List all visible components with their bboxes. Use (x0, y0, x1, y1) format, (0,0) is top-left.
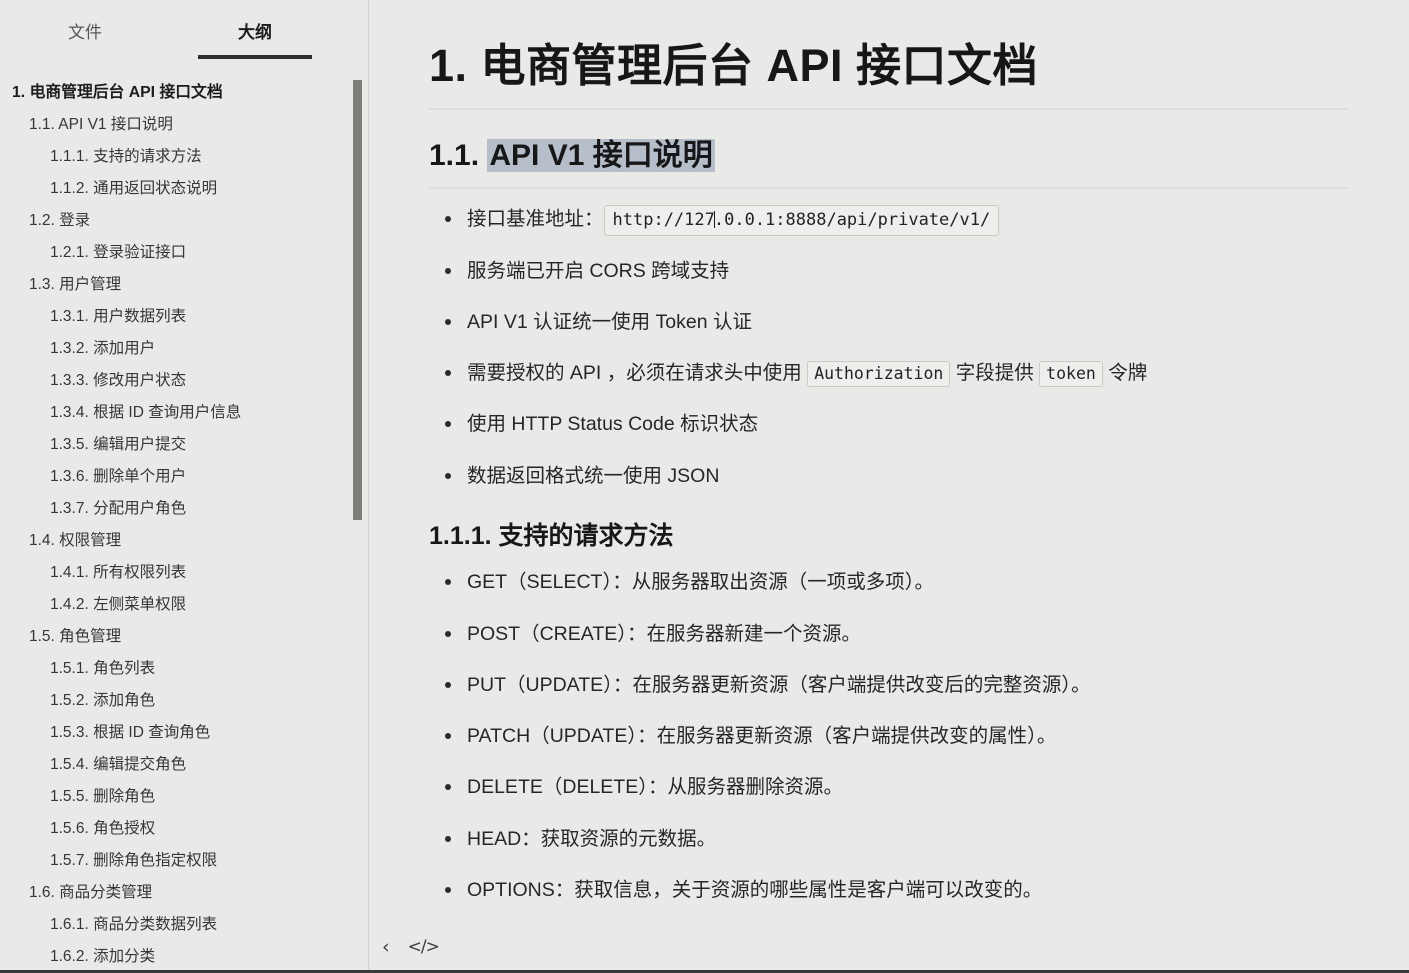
outline-item[interactable]: 1.3. 用户管理 (0, 269, 368, 301)
section-heading-number: 1.1. (429, 139, 488, 173)
base-url-code-post: .0.0.1:8888/api/private/v1/ (713, 210, 991, 231)
list-item-cors: 服务端已开启 CORS 跨域支持 (445, 257, 1349, 285)
base-url-code[interactable]: http://127.0.0.1:8888/api/private/v1/ (603, 205, 1000, 237)
outline-item[interactable]: 1.1.2. 通用返回状态说明 (0, 173, 368, 205)
tab-files[interactable]: 文件 (0, 18, 170, 53)
outline-list: 1. 电商管理后台 API 接口文档 1.1. API V1 接口说明 1.1.1.… (0, 55, 368, 970)
http-method-item: POST（CREATE）：在服务器新建一个资源。 (445, 620, 1349, 648)
list-item-token-auth: API V1 认证统一使用 Token 认证 (445, 308, 1349, 336)
auth-text-mid: 字段提供 (950, 362, 1040, 385)
outline-item[interactable]: 1. 电商管理后台 API 接口文档 (0, 77, 368, 109)
outline-item[interactable]: 1.6.2. 添加分类 (0, 941, 368, 970)
tab-outline[interactable]: 大纲 (170, 18, 340, 59)
auth-text-pre: 需要授权的 API ，必须在请求头中使用 (467, 362, 808, 385)
document-title: 1. 电商管理后台 API 接口文档 (429, 38, 1349, 111)
outline-item[interactable]: 1.6.1. 商品分类数据列表 (0, 909, 368, 941)
sidebar-tabbar: 文件 大纲 (0, 0, 368, 59)
list-item-json-format: 数据返回格式统一使用 JSON (445, 462, 1349, 490)
outline-item[interactable]: 1.2.1. 登录验证接口 (0, 237, 368, 269)
outline-item[interactable]: 1.5.5. 删除角色 (0, 781, 368, 813)
outline-item[interactable]: 1.1.1. 支持的请求方法 (0, 141, 368, 173)
tab-files-label: 文件 (68, 23, 102, 42)
outline-item[interactable]: 1.5.7. 删除角色指定权限 (0, 845, 368, 877)
http-method-item: OPTIONS：获取信息，关于资源的哪些属性是客户端可以改变的。 (445, 876, 1349, 904)
outline-item[interactable]: 1.5.1. 角色列表 (0, 653, 368, 685)
base-url-label: 接口基准地址： (467, 208, 604, 231)
http-method-item: HEAD：获取资源的元数据。 (445, 825, 1349, 853)
sidebar-scrollbar-thumb[interactable] (353, 80, 362, 520)
sidebar: 文件 大纲 1. 电商管理后台 API 接口文档 1.1. API V1 接口说明… (0, 0, 369, 970)
list-item-status-code: 使用 HTTP Status Code 标识状态 (445, 410, 1349, 438)
outline-item[interactable]: 1.3.3. 修改用户状态 (0, 365, 368, 397)
outline-item[interactable]: 1.4.1. 所有权限列表 (0, 557, 368, 589)
source-code-icon[interactable]: </> (408, 938, 440, 956)
outline-item[interactable]: 1.3.7. 分配用户角色 (0, 493, 368, 525)
outline-item[interactable]: 1.4. 权限管理 (0, 525, 368, 557)
outline-item[interactable]: 1.3.1. 用户数据列表 (0, 301, 368, 333)
base-url-code-pre: http://127 (612, 210, 715, 231)
http-method-item: GET（SELECT）：从服务器取出资源（一项或多项）。 (445, 568, 1349, 596)
outline-item[interactable]: 1.5.4. 编辑提交角色 (0, 749, 368, 781)
section-heading-highlighted-text: API V1 接口说明 (487, 139, 715, 173)
outline-item[interactable]: 1.5.6. 角色授权 (0, 813, 368, 845)
app-window: 文件 大纲 1. 电商管理后台 API 接口文档 1.1. API V1 接口说明… (0, 0, 1409, 973)
outline-item[interactable]: 1.3.5. 编辑用户提交 (0, 429, 368, 461)
tab-outline-label: 大纲 (238, 23, 272, 42)
http-method-item: PATCH（UPDATE）：在服务器更新资源（客户端提供改变的属性）。 (445, 722, 1349, 750)
document-pane: 1. 电商管理后台 API 接口文档 1.1. API V1 接口说明 接口基准… (369, 0, 1409, 970)
http-method-list: GET（SELECT）：从服务器取出资源（一项或多项）。 POST（CREATE）… (429, 568, 1349, 904)
section-heading-1-1: 1.1. API V1 接口说明 (429, 136, 1349, 190)
auth-text-post: 令牌 (1102, 362, 1148, 385)
list-item-base-url: 接口基准地址： http://127.0.0.1:8888/api/private… (445, 205, 1349, 237)
intro-bullet-list: 接口基准地址： http://127.0.0.1:8888/api/private… (429, 205, 1349, 490)
http-method-item: DELETE（DELETE）：从服务器删除资源。 (445, 773, 1349, 801)
outline-item[interactable]: 1.3.4. 根据 ID 查询用户信息 (0, 397, 368, 429)
outline-item[interactable]: 1.3.6. 删除单个用户 (0, 461, 368, 493)
outline-item[interactable]: 1.4.2. 左侧菜单权限 (0, 589, 368, 621)
bottom-toolbar: ‹ </> (370, 924, 1409, 970)
outline-item[interactable]: 1.5.2. 添加角色 (0, 685, 368, 717)
list-item-authorization-header: 需要授权的 API ，必须在请求头中使用 Authorization 字段提供 … (445, 359, 1349, 388)
chevron-left-icon[interactable]: ‹ (382, 937, 390, 957)
sidebar-scrollbar-track[interactable] (353, 55, 362, 970)
http-method-item: PUT（UPDATE）：在服务器更新资源（客户端提供改变后的完整资源）。 (445, 671, 1349, 699)
outline-item[interactable]: 1.2. 登录 (0, 205, 368, 237)
outline-item[interactable]: 1.5.3. 根据 ID 查询角色 (0, 717, 368, 749)
document-content: 1. 电商管理后台 API 接口文档 1.1. API V1 接口说明 接口基准… (369, 0, 1409, 904)
outline-panel: 1. 电商管理后台 API 接口文档 1.1. API V1 接口说明 1.1.1.… (0, 55, 368, 970)
outline-item[interactable]: 1.6. 商品分类管理 (0, 877, 368, 909)
token-code[interactable]: token (1039, 361, 1103, 388)
subsection-heading-1-1-1: 1.1.1. 支持的请求方法 (429, 521, 674, 550)
outline-item[interactable]: 1.5. 角色管理 (0, 621, 368, 653)
outline-item[interactable]: 1.1. API V1 接口说明 (0, 109, 368, 141)
authorization-code[interactable]: Authorization (807, 361, 951, 388)
outline-item[interactable]: 1.3.2. 添加用户 (0, 333, 368, 365)
